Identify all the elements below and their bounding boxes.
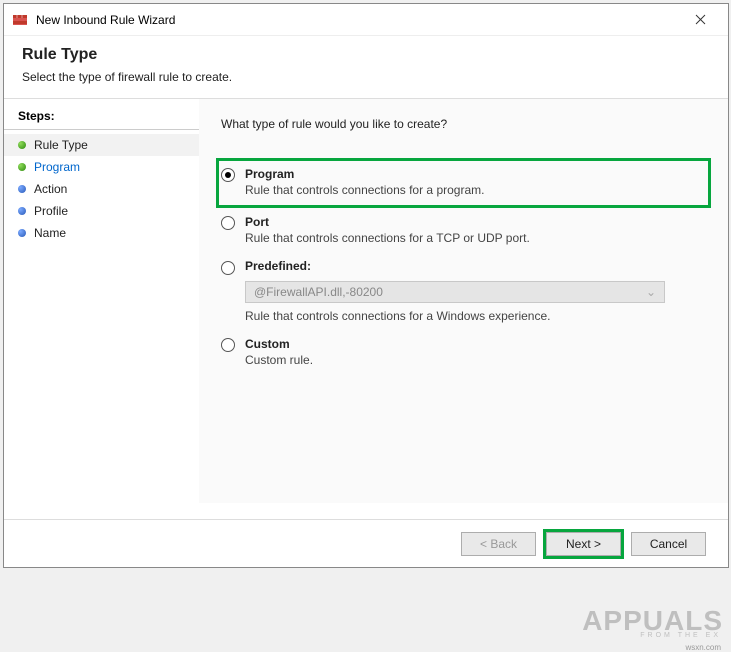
radio-content: Port Rule that controls connections for … xyxy=(245,215,708,245)
question-text: What type of rule would you like to crea… xyxy=(221,117,708,131)
back-button: < Back xyxy=(461,532,536,556)
window-title: New Inbound Rule Wizard xyxy=(36,13,680,27)
radio-option-custom[interactable]: Custom Custom rule. xyxy=(221,337,708,367)
cancel-button[interactable]: Cancel xyxy=(631,532,706,556)
radio-description: Rule that controls connections for a pro… xyxy=(245,183,678,197)
radio-label: Predefined: xyxy=(245,259,311,273)
watermark-site: wsxn.com xyxy=(685,643,721,652)
wizard-header: Rule Type Select the type of firewall ru… xyxy=(4,36,728,98)
radio-option-port[interactable]: Port Rule that controls connections for … xyxy=(221,215,708,245)
bullet-icon xyxy=(18,207,26,215)
step-label: Rule Type xyxy=(34,138,88,152)
radio-label: Port xyxy=(245,215,708,229)
chevron-down-icon: ⌄ xyxy=(646,285,656,299)
main-panel: What type of rule would you like to crea… xyxy=(199,99,728,503)
steps-sidebar: Steps: Rule Type Program Action Profile xyxy=(4,99,199,503)
bullet-icon xyxy=(18,141,26,149)
step-program[interactable]: Program xyxy=(4,156,199,178)
steps-heading: Steps: xyxy=(4,104,199,130)
bullet-icon xyxy=(18,163,26,171)
steps-list: Rule Type Program Action Profile Name xyxy=(4,130,199,244)
bullet-icon xyxy=(18,185,26,193)
radio-input[interactable] xyxy=(221,168,235,182)
step-action[interactable]: Action xyxy=(4,178,199,200)
radio-option-predefined[interactable]: Predefined: @FirewallAPI.dll,-80200 ⌄ Ru… xyxy=(221,259,708,323)
step-label: Action xyxy=(34,182,67,196)
watermark-logo: APPUALS xyxy=(582,605,723,637)
dropdown-value: @FirewallAPI.dll,-80200 xyxy=(254,285,383,299)
button-bar: < Back Next > Cancel xyxy=(4,519,728,567)
radio-input[interactable] xyxy=(221,216,235,230)
titlebar: New Inbound Rule Wizard xyxy=(4,4,728,36)
step-profile[interactable]: Profile xyxy=(4,200,199,222)
radio-option-program[interactable]: Program Rule that controls connections f… xyxy=(219,161,708,205)
next-button[interactable]: Next > xyxy=(546,532,621,556)
radio-label: Program xyxy=(245,167,678,181)
close-icon xyxy=(695,14,706,25)
radio-input[interactable] xyxy=(221,338,235,352)
rule-type-radio-group: Program Rule that controls connections f… xyxy=(221,161,708,381)
radio-description: Rule that controls connections for a Win… xyxy=(245,309,708,323)
close-button[interactable] xyxy=(680,4,720,36)
step-label: Program xyxy=(34,160,80,174)
predefined-dropdown[interactable]: @FirewallAPI.dll,-80200 ⌄ xyxy=(245,281,665,303)
radio-content: Program Rule that controls connections f… xyxy=(245,167,678,197)
radio-description: Rule that controls connections for a TCP… xyxy=(245,231,708,245)
page-title: Rule Type xyxy=(22,46,710,64)
step-name[interactable]: Name xyxy=(4,222,199,244)
firewall-icon xyxy=(12,12,28,28)
step-label: Name xyxy=(34,226,66,240)
watermark-tagline: FROM THE EX xyxy=(640,632,721,639)
content-area: Steps: Rule Type Program Action Profile xyxy=(4,98,728,503)
step-label: Profile xyxy=(34,204,68,218)
wizard-window: New Inbound Rule Wizard Rule Type Select… xyxy=(3,3,729,568)
bullet-icon xyxy=(18,229,26,237)
radio-input[interactable] xyxy=(221,261,235,275)
step-rule-type[interactable]: Rule Type xyxy=(4,134,199,156)
radio-label: Custom xyxy=(245,337,708,351)
radio-description: Custom rule. xyxy=(245,353,708,367)
radio-content: Custom Custom rule. xyxy=(245,337,708,367)
page-subtitle: Select the type of firewall rule to crea… xyxy=(22,70,710,84)
